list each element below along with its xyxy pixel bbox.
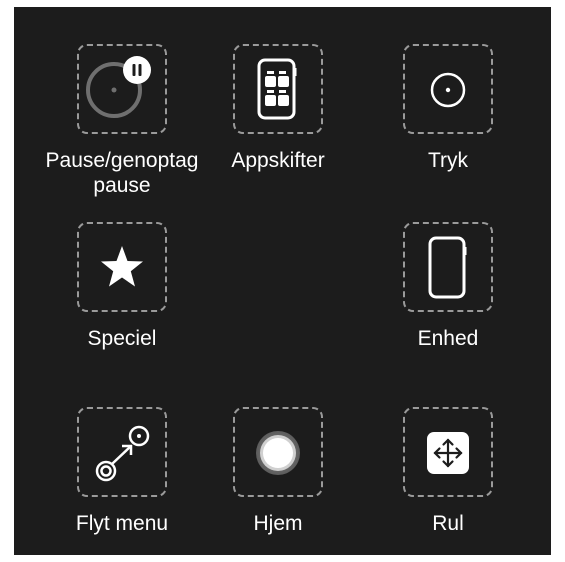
device-label: Enhed [417, 327, 479, 350]
custom-label: Speciel [87, 327, 157, 350]
scroll-icon-frame [403, 407, 493, 497]
app-switcher-icon [257, 58, 297, 120]
tap-icon-frame [403, 44, 493, 134]
tap-label: Tryk [427, 149, 469, 172]
device-button[interactable]: Enhed [353, 185, 543, 355]
assistive-touch-menu: Pause/genoptag pause Appskifter Tryk Spe… [14, 7, 551, 555]
app-switcher-icon-frame [233, 44, 323, 134]
scroll-button[interactable]: Rul [353, 370, 543, 540]
tap-button[interactable]: Tryk [353, 7, 543, 177]
custom-button[interactable]: Speciel [27, 185, 217, 355]
move-menu-icon-frame [77, 407, 167, 497]
scroll-icon [427, 432, 469, 474]
star-icon [101, 246, 143, 287]
app-switcher-label: Appskifter [231, 149, 325, 172]
home-button-icon [256, 431, 300, 475]
home-button[interactable]: Hjem [183, 370, 373, 540]
app-switcher-button[interactable]: Appskifter [183, 7, 373, 177]
pause-resume-icon [86, 56, 151, 118]
tap-icon [430, 72, 466, 108]
device-icon-frame [403, 222, 493, 312]
scroll-label: Rul [432, 512, 464, 535]
home-icon-frame [233, 407, 323, 497]
custom-icon-frame [77, 222, 167, 312]
home-label: Hjem [253, 512, 303, 535]
pause-resume-icon-frame [77, 44, 167, 134]
move-menu-icon [95, 425, 150, 482]
device-icon [428, 236, 467, 299]
